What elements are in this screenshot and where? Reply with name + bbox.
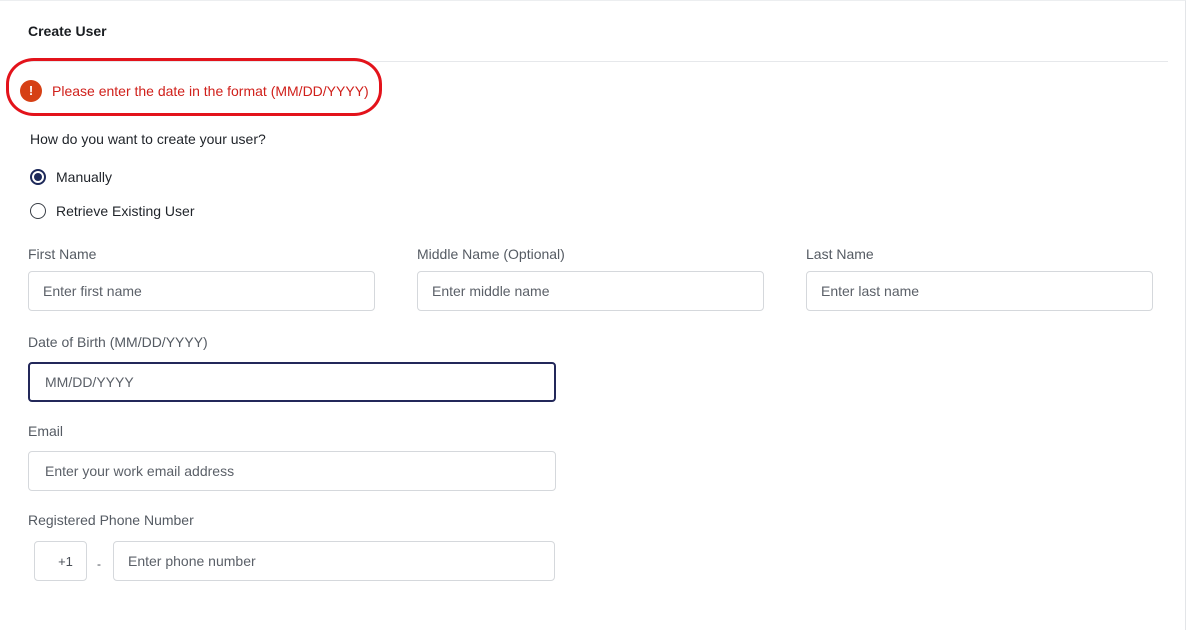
email-input[interactable] <box>28 451 556 491</box>
radio-manually-selected[interactable] <box>30 169 46 185</box>
radio-retrieve-existing-user-label: Retrieve Existing User <box>56 203 195 219</box>
middle-name-input[interactable] <box>417 271 764 311</box>
creation-method-question: How do you want to create your user? <box>30 131 266 147</box>
first-name-input[interactable] <box>28 271 375 311</box>
last-name-input[interactable] <box>806 271 1153 311</box>
phone-number-input[interactable] <box>113 541 555 581</box>
first-name-label: First Name <box>28 246 97 262</box>
dob-label: Date of Birth (MM/DD/YYYY) <box>28 334 208 350</box>
radio-option-manually[interactable]: Manually <box>30 169 112 185</box>
page-title: Create User <box>28 23 107 39</box>
create-user-panel: Create User ! Please enter the date in t… <box>0 0 1186 630</box>
date-format-error-message: Please enter the date in the format (MM/… <box>52 83 369 99</box>
middle-name-label: Middle Name (Optional) <box>417 246 565 262</box>
phone-label: Registered Phone Number <box>28 512 194 528</box>
email-label: Email <box>28 423 64 439</box>
exclamation-icon: ! <box>20 80 42 102</box>
country-code-selector[interactable]: +1 <box>34 541 87 581</box>
radio-option-retrieve-existing-user[interactable]: Retrieve Existing User <box>30 203 195 219</box>
dob-input[interactable] <box>28 362 556 402</box>
radio-retrieve-existing-user[interactable] <box>30 203 46 219</box>
phone-separator: - <box>97 557 101 571</box>
radio-manually-label: Manually <box>56 169 113 185</box>
last-name-label: Last Name <box>806 246 874 262</box>
